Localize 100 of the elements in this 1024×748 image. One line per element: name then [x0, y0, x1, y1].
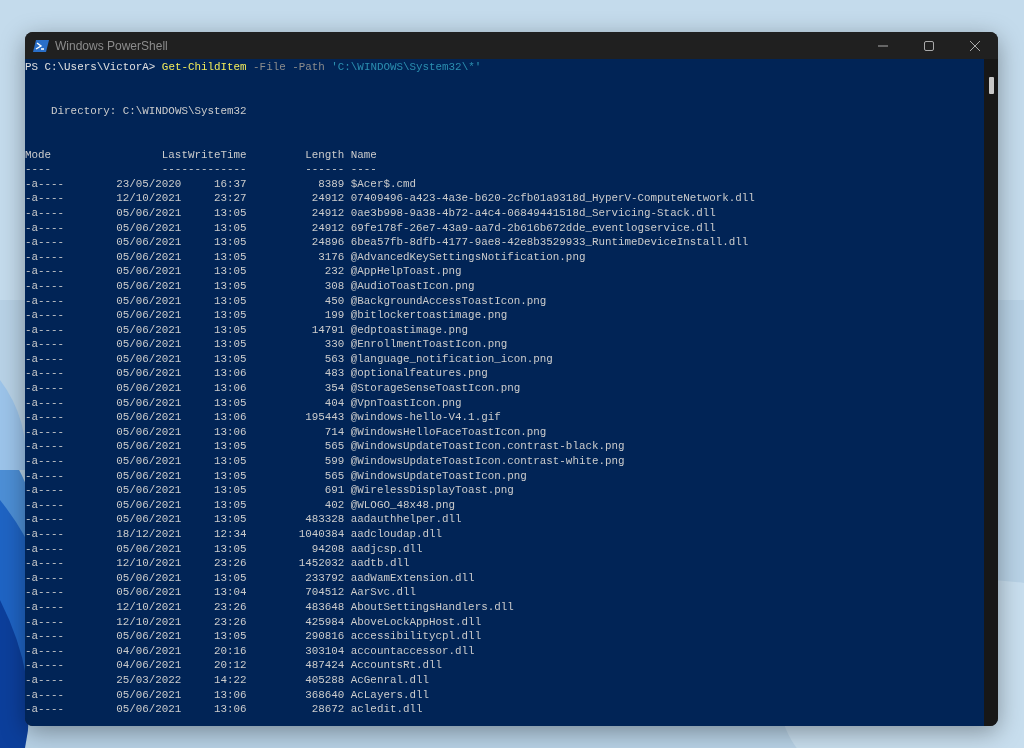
time-cell: 13:05 — [213, 454, 247, 469]
date-cell-text: 05/06/2021 — [116, 585, 183, 600]
column-header: LastWriteTime — [161, 147, 247, 163]
time-cell: 13:06 — [213, 410, 247, 425]
date-cell-text: 05/06/2021 — [116, 235, 183, 250]
length-cell: 565 — [324, 468, 345, 484]
time-cell: 20:16 — [213, 643, 247, 659]
time-cell: 13:05 — [213, 468, 247, 484]
length-cell: 368640 — [305, 687, 345, 703]
time-cell: 13:06 — [213, 366, 247, 382]
time-cell: 13:06 — [213, 424, 247, 440]
mode-cell-text: -a---- — [25, 629, 66, 644]
mode-cell-text: -a---- — [25, 264, 66, 279]
date-cell-text: 05/06/2021 — [116, 702, 183, 717]
command-name: Get-ChildItem — [161, 60, 247, 75]
time-cell: 13:05 — [213, 249, 247, 265]
date-cell-text: 12/10/2021 — [116, 556, 183, 571]
date-cell-text: 05/06/2021 — [116, 205, 183, 221]
mode-cell-text: -a---- — [25, 672, 66, 688]
name-cell: aadtb.dll — [350, 556, 410, 571]
time-cell: 13:06 — [213, 381, 247, 396]
name-cell: $Acer$.cmd — [350, 176, 416, 192]
length-cell: 290816 — [305, 629, 345, 644]
date-cell-text: 05/06/2021 — [116, 512, 183, 527]
name-cell: AcLayers.dll — [350, 687, 429, 703]
powershell-icon — [33, 38, 49, 53]
date-cell-text: 05/06/2021 — [116, 308, 183, 323]
time-cell: 13:05 — [213, 308, 247, 323]
length-cell: 195443 — [305, 410, 345, 425]
mode-cell-text: -a---- — [25, 337, 66, 352]
mode-cell-text: -a---- — [25, 556, 66, 571]
date-cell-text: 05/06/2021 — [116, 497, 183, 513]
date-cell-text: 05/06/2021 — [116, 220, 183, 236]
length-cell: 28672 — [311, 702, 345, 717]
header-rule: ---- — [25, 162, 53, 177]
length-cell: 24912 — [311, 205, 345, 221]
length-cell: 24912 — [311, 191, 345, 206]
time-cell: 13:05 — [213, 541, 247, 557]
mode-cell-text: -a---- — [25, 570, 66, 586]
mode-cell-text: -a---- — [25, 512, 66, 527]
mode-cell-text: -a---- — [25, 278, 66, 294]
length-cell: 691 — [324, 483, 345, 498]
date-cell-text: 05/06/2021 — [116, 424, 183, 440]
time-cell: 13:06 — [213, 702, 247, 717]
mode-cell-text: -a---- — [25, 395, 66, 411]
time-cell: 13:05 — [213, 497, 247, 513]
mode-cell-text: -a---- — [25, 643, 66, 659]
name-cell: aadcloudap.dll — [350, 527, 443, 542]
name-cell: @WirelessDisplayToast.png — [350, 483, 514, 498]
date-cell-text: 12/10/2021 — [116, 191, 183, 206]
date-cell-text: 25/03/2022 — [116, 672, 183, 688]
length-cell: 405288 — [305, 672, 345, 688]
date-cell-text: 05/06/2021 — [116, 687, 183, 703]
time-cell: 13:05 — [213, 220, 247, 236]
name-cell: @WindowsUpdateToastIcon.contrast-white.png — [350, 454, 625, 469]
mode-cell-text: -a---- — [25, 249, 66, 265]
mode-cell-text: -a---- — [25, 293, 66, 309]
length-cell: 402 — [324, 497, 345, 513]
mode-cell-text: -a---- — [25, 176, 66, 192]
length-cell: 330 — [324, 337, 345, 352]
time-cell: 13:05 — [213, 395, 247, 411]
time-cell: 13:06 — [213, 687, 247, 703]
scrollbar[interactable] — [984, 59, 998, 726]
name-cell: AboutSettingsHandlers.dll — [350, 599, 514, 615]
name-cell: AcGenral.dll — [350, 672, 429, 688]
time-cell: 13:05 — [213, 278, 247, 294]
prompt-text: PS C:\Users\VictorA> — [25, 60, 156, 75]
maximize-icon — [924, 40, 934, 51]
scroll-thumb[interactable] — [988, 77, 994, 94]
name-cell: @optionalfeatures.png — [350, 366, 488, 382]
command-parameters: -File -Path — [253, 60, 325, 75]
directory-label: Directory: C:\WINDOWS\System32 — [51, 104, 247, 117]
time-cell: 13:05 — [213, 570, 247, 586]
date-cell-text: 05/06/2021 — [116, 483, 183, 498]
time-cell: 13:05 — [213, 512, 247, 527]
mode-cell-text: -a---- — [25, 497, 66, 513]
mode-cell-text: -a---- — [25, 424, 66, 440]
mode-cell-text: -a---- — [25, 410, 66, 425]
time-cell: 13:05 — [213, 483, 247, 498]
path-argument: 'C:\WINDOWS\System32\*' — [331, 60, 482, 75]
mode-cell-text: -a---- — [25, 687, 66, 703]
date-cell-text: 05/06/2021 — [116, 395, 183, 411]
name-cell: @WindowsUpdateToastIcon.contrast-black.png — [350, 439, 625, 455]
length-cell: 24912 — [311, 220, 345, 236]
length-cell: 199 — [324, 308, 345, 323]
time-cell: 13:05 — [213, 629, 247, 644]
mode-cell-text: -a---- — [25, 541, 66, 557]
mode-cell-text: -a---- — [25, 468, 66, 484]
time-cell: 13:04 — [213, 585, 247, 600]
date-cell-text: 12/10/2021 — [116, 599, 183, 615]
time-cell: 23:26 — [213, 599, 247, 615]
length-cell: 483328 — [305, 512, 345, 527]
time-cell: 13:05 — [213, 205, 247, 221]
name-cell: @WLOGO_48x48.png — [350, 497, 456, 513]
name-cell: @VpnToastIcon.png — [350, 395, 462, 411]
length-cell: 14791 — [311, 322, 345, 338]
header-rule: ---- — [350, 162, 377, 177]
date-cell-text: 18/12/2021 — [116, 527, 183, 542]
time-cell: 13:05 — [213, 439, 247, 455]
date-cell-text: 05/06/2021 — [116, 264, 183, 279]
